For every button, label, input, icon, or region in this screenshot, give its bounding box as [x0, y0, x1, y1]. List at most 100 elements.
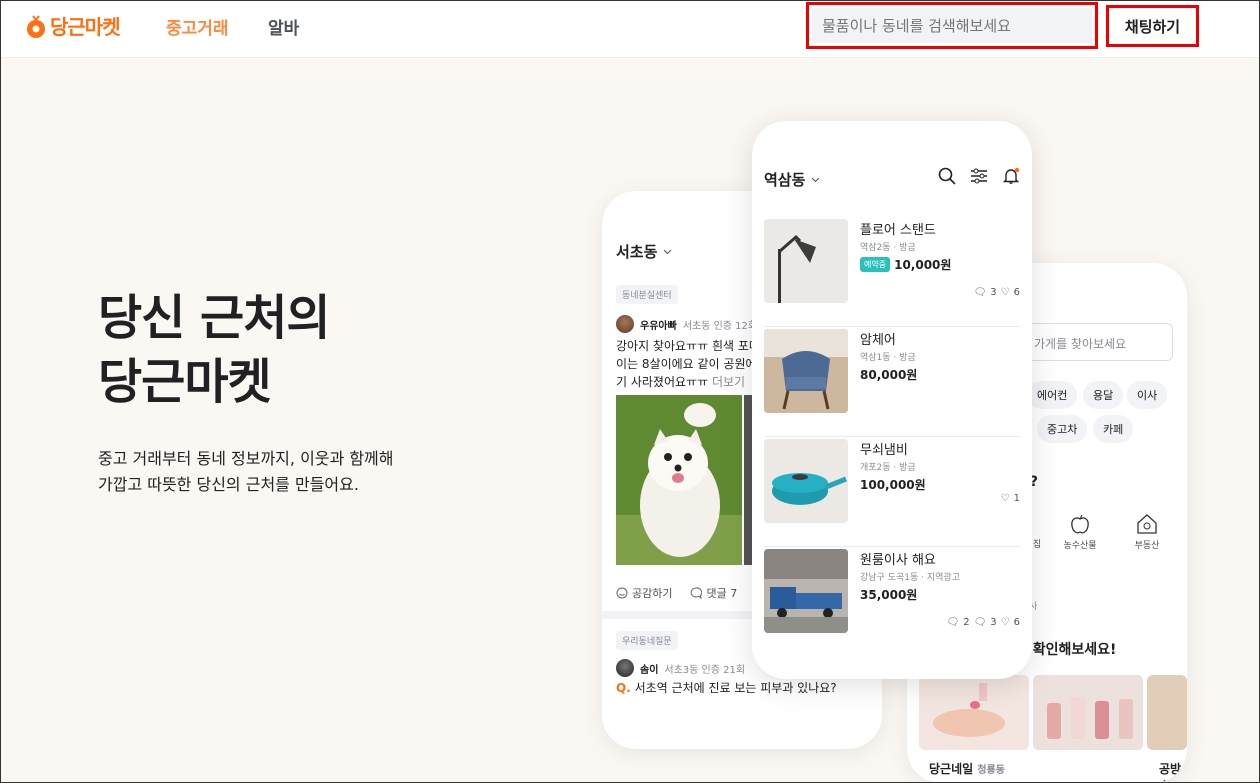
item-price: 100,000원	[860, 478, 926, 492]
filter-icon[interactable]	[970, 167, 988, 185]
category-item[interactable]: 부동산	[1117, 513, 1177, 551]
author-meta: 서초3동 인증 21회	[664, 664, 746, 676]
store-card-image[interactable]	[919, 675, 1029, 750]
author-name: 우유아빠	[640, 320, 677, 332]
like-label: 공감하기	[632, 587, 673, 600]
comment-label: 댓글 7	[706, 587, 738, 600]
heart-icon: ♡	[1000, 617, 1010, 628]
item-meta: 강남구 도곡1동 · 지역광고	[860, 573, 960, 583]
avatar	[616, 659, 634, 677]
search-box	[806, 2, 1098, 49]
carrot-logo-icon	[27, 14, 45, 38]
item-meta: 역삼1동 · 방금	[860, 353, 916, 363]
author-name: 솜이	[640, 664, 659, 676]
phone-market-mockup: 역삼동 플로어 스탠드 역삼2동 · 방금 예약중 10,000원 🗨 3 ♡ 6	[752, 121, 1032, 679]
comment-icon	[691, 587, 703, 599]
category-item[interactable]: 농수산물	[1050, 513, 1110, 551]
category-pill[interactable]: 용달	[1083, 381, 1124, 409]
search-icon[interactable]	[938, 167, 956, 185]
list-item[interactable]: 플로어 스탠드 역삼2동 · 방금 예약중 10,000원 🗨 3 ♡ 6	[764, 219, 1020, 327]
top-navbar: 당근마켓 중고거래 알바 채팅하기	[0, 0, 1260, 58]
bell-icon[interactable]	[1002, 167, 1020, 185]
location-selector: 역삼동	[764, 169, 820, 190]
store-name: 당근네일 청룡동	[929, 760, 1005, 777]
item-title: 무쇠냄비	[860, 443, 908, 458]
chat-icon: 🗨	[973, 287, 987, 298]
like-count: 6	[1013, 287, 1020, 298]
list-item[interactable]: 무쇠냄비 개포2동 · 방금 100,000원 ♡ 1	[764, 439, 1020, 547]
item-title: 플로어 스탠드	[860, 223, 936, 238]
chat-count: 3	[990, 617, 997, 628]
like-count: 6	[1013, 617, 1020, 628]
hero-subtitle: 중고 거래부터 동네 정보까지, 이웃과 함께해 가깝고 따뜻한 당신의 근처를…	[98, 446, 393, 498]
heart-icon: ♡	[1000, 287, 1010, 298]
category-pill[interactable]: 중고차	[1037, 415, 1088, 443]
nav-used-goods[interactable]: 중고거래	[166, 14, 229, 39]
list-item[interactable]: 원룸이사 해요 강남구 도곡1동 · 지역광고 35,000원 🗨 2 🗨 3 ♡ 6	[764, 549, 1020, 657]
post-author: 솜이 서초3동 인증 21회	[616, 659, 745, 677]
item-thumbnail	[764, 329, 848, 413]
house-icon	[1137, 514, 1157, 534]
item-price: 80,000원	[860, 368, 918, 382]
chat-icon: 🗨	[973, 617, 987, 628]
question-body: 서초역 근처에 진료 보는 피부과 있나요?	[634, 681, 837, 695]
reserved-badge: 예약중	[860, 257, 891, 272]
chat-button[interactable]: 채팅하기	[1106, 5, 1199, 47]
logo[interactable]: 당근마켓	[25, 11, 121, 40]
question-mark: Q.	[616, 681, 631, 695]
comment-button[interactable]: 댓글 7	[690, 585, 737, 601]
category-pill[interactable]: 이사	[1127, 381, 1168, 409]
location-label: 서초동	[616, 243, 658, 261]
list-item[interactable]: 암체어 역삼1동 · 방금 80,000원	[764, 329, 1020, 437]
logo-text: 당근마켓	[50, 15, 121, 39]
item-counts: 🗨 3 ♡ 6	[974, 287, 1020, 298]
chat-icon: 🗨	[946, 617, 960, 628]
item-counts: 🗨 2 🗨 3 ♡ 6	[947, 617, 1021, 628]
apple-icon	[1071, 514, 1089, 534]
item-info: 무쇠냄비 개포2동 · 방금 100,000원	[860, 439, 1020, 493]
count-a: 2	[963, 617, 970, 628]
category-label: 집	[1032, 540, 1042, 550]
post-line: 기 사라졌어요ㅠㅠ	[616, 375, 709, 389]
category-pill[interactable]: 에어컨	[1027, 381, 1078, 409]
item-meta: 개포2동 · 방금	[860, 463, 916, 473]
header-icons	[938, 167, 1020, 185]
avatar	[616, 315, 634, 333]
post-author: 우유아빠 서초동 인증 12회	[616, 315, 757, 333]
dog-photo	[616, 395, 742, 565]
item-title: 원룸이사 해요	[860, 553, 936, 568]
location-selector: 서초동	[616, 241, 672, 262]
chat-count: 3	[990, 287, 997, 298]
item-counts: ♡ 1	[1001, 493, 1020, 504]
post-actions: 공감하기 댓글 7	[616, 585, 737, 601]
item-meta: 역삼2동 · 방금	[860, 243, 916, 253]
item-info: 원룸이사 해요 강남구 도곡1동 · 지역광고 35,000원	[860, 549, 1020, 603]
search-input[interactable]	[812, 8, 1092, 43]
author-meta: 서초동 인증 12회	[682, 320, 758, 332]
hero-sub-line1: 중고 거래부터 동네 정보까지, 이웃과 함께해	[98, 449, 394, 468]
store-title: 당근네일	[929, 762, 974, 776]
category-pill[interactable]: 카페	[1093, 415, 1134, 443]
store-card-image[interactable]	[1033, 675, 1143, 750]
item-price: 35,000원	[860, 588, 918, 602]
store-name: 공방순	[1159, 762, 1182, 783]
hero-title: 당신 근처의 당근마켓	[98, 286, 331, 414]
item-price: 10,000원	[894, 258, 952, 272]
hero-sub-line2: 가깝고 따뜻한 당신의 근처를 만들어요.	[98, 475, 359, 494]
store-card-image[interactable]	[1147, 675, 1187, 750]
category-label: 부동산	[1134, 541, 1160, 551]
post-tag: 우리동네질문	[616, 631, 678, 650]
item-price-row: 예약중 10,000원	[860, 256, 1020, 273]
item-info: 플로어 스탠드 역삼2동 · 방금 예약중 10,000원	[860, 219, 1020, 273]
question-text: Q. 서초역 근처에 진료 보는 피부과 있나요?	[616, 679, 866, 697]
item-title: 암체어	[860, 333, 896, 348]
item-thumbnail	[764, 219, 848, 303]
nav-jobs[interactable]: 알바	[268, 14, 299, 39]
hero-title-line1: 당신 근처의	[98, 290, 331, 346]
item-info: 암체어 역삼1동 · 방금 80,000원	[860, 329, 1020, 383]
like-count: 1	[1013, 493, 1020, 504]
chevron-down-icon	[664, 249, 672, 254]
like-button[interactable]: 공감하기	[616, 585, 672, 601]
hero-title-line2: 당근마켓	[98, 354, 272, 410]
smile-icon	[616, 587, 628, 599]
